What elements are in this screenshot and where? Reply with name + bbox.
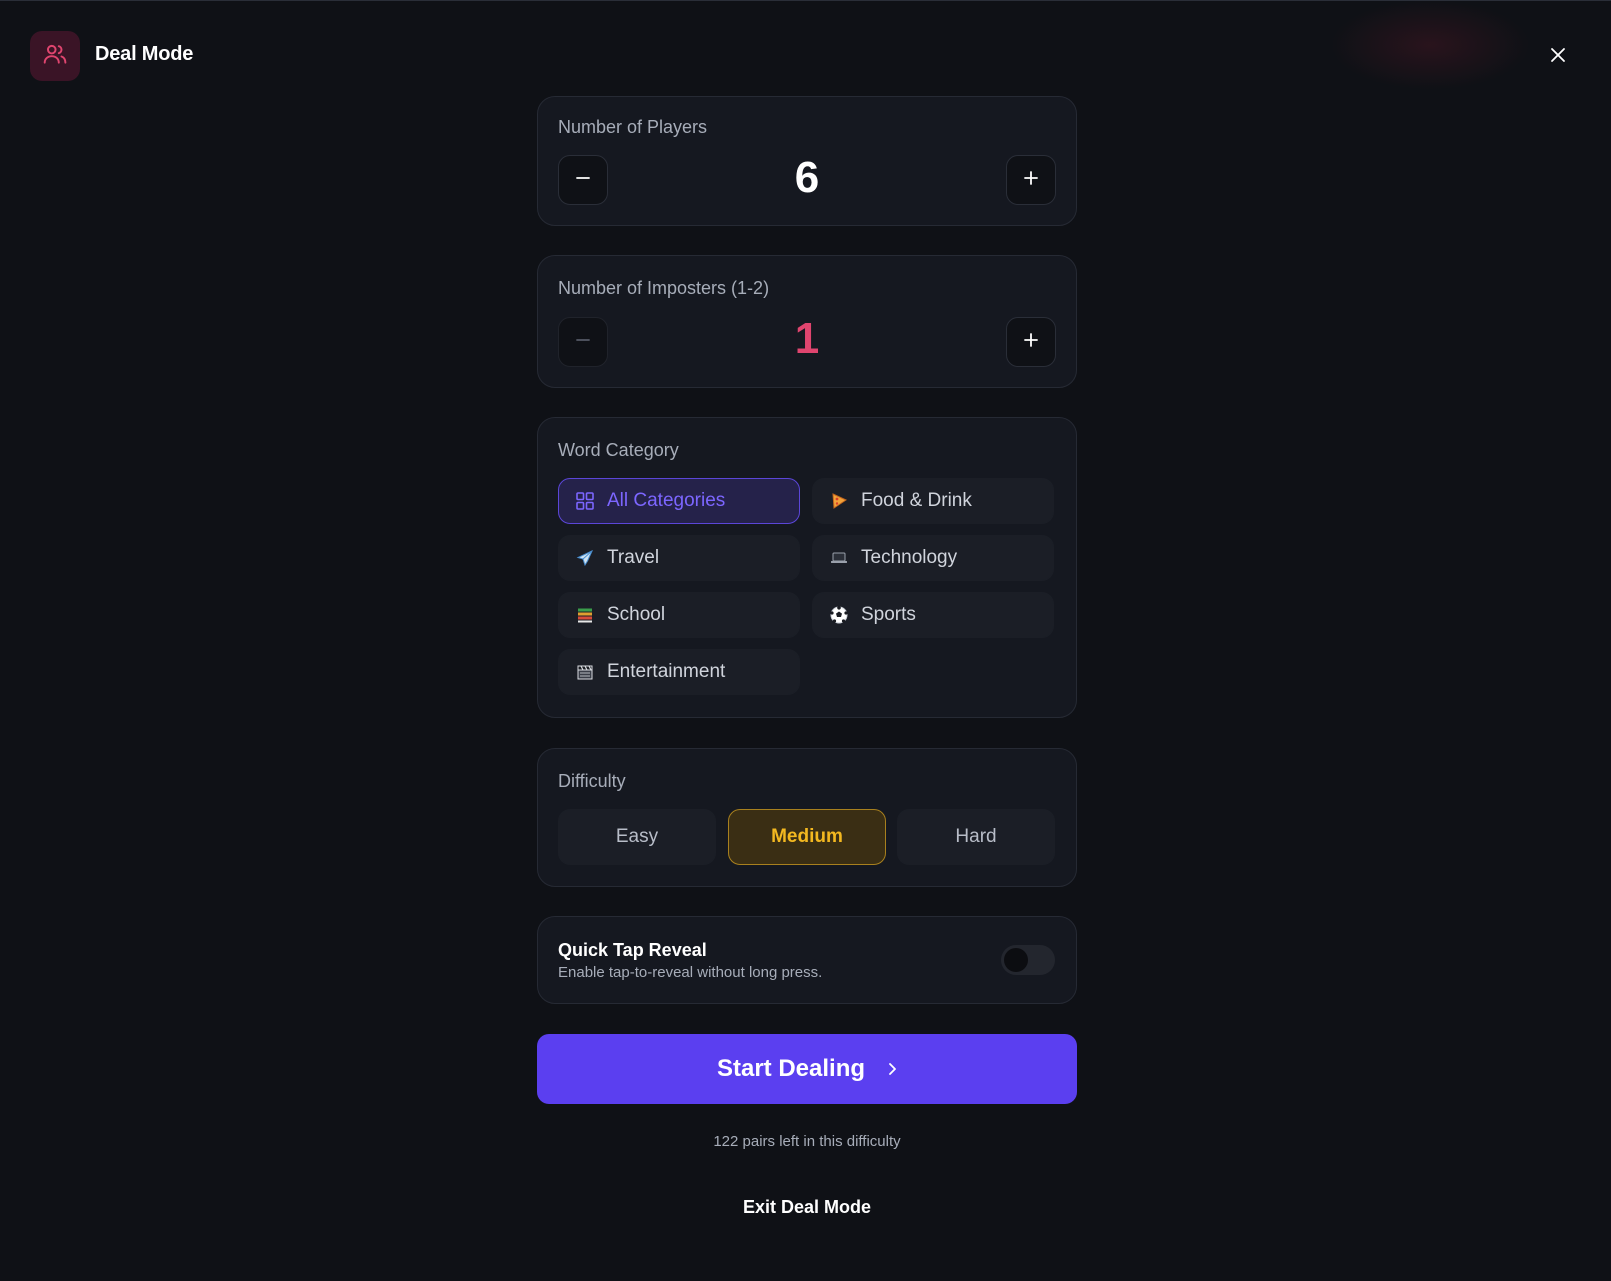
category-entertainment-label: Entertainment [607,661,726,682]
quick-tap-description: Enable tap-to-reveal without long press. [558,964,823,981]
category-technology-button[interactable]: Technology [812,535,1054,581]
category-travel-label: Travel [607,547,660,568]
airplane-icon [575,548,595,568]
imposters-label: Number of Imposters (1-2) [558,278,770,298]
players-increment-button[interactable] [1006,155,1056,205]
books-icon [575,605,595,625]
category-sports-label: Sports [861,604,916,625]
quick-tap-title: Quick Tap Reveal [558,940,707,960]
minus-icon [575,332,591,353]
category-all-button[interactable]: All Categories [558,478,800,524]
category-label: Word Category [558,440,679,460]
players-decrement-button[interactable] [558,155,608,205]
imposters-card: Number of Imposters (1-2) 1 [537,255,1077,388]
category-travel-button[interactable]: Travel [558,535,800,581]
toggle-knob [1004,948,1028,972]
difficulty-easy-button[interactable]: Easy [558,809,716,865]
chevron-right-icon [887,1062,897,1076]
players-card: Number of Players 6 [537,96,1077,226]
close-button[interactable] [1545,44,1571,70]
app-title: Deal Mode [95,43,194,65]
category-school-label: School [607,604,666,625]
pairs-left-text: 122 pairs left in this difficulty [713,1133,901,1150]
category-card: Word Category All Categories Food & Drin… [537,417,1077,718]
start-dealing-label: Start Dealing [716,1055,866,1082]
difficulty-hard-button[interactable]: Hard [897,809,1055,865]
difficulty-medium-button[interactable]: Medium [728,809,886,865]
quick-tap-toggle[interactable] [1001,945,1055,975]
plus-icon [1023,170,1039,191]
category-food-label: Food & Drink [861,490,972,511]
laptop-icon [829,548,849,568]
difficulty-card: Difficulty Easy Medium Hard [537,748,1077,887]
grid-icon [575,491,595,511]
exit-deal-mode-button[interactable]: Exit Deal Mode [537,1197,1077,1218]
category-entertainment-button[interactable]: Entertainment [558,649,800,695]
logo [30,31,80,81]
imposters-increment-button[interactable] [1006,317,1056,367]
category-school-button[interactable]: School [558,592,800,638]
minus-icon [575,170,591,191]
plus-icon [1023,332,1039,353]
start-dealing-button[interactable]: Start Dealing [537,1034,1077,1104]
imposters-decrement-button[interactable] [558,317,608,367]
pizza-icon [829,491,849,511]
players-value: 6 [794,153,820,202]
quick-tap-card: Quick Tap Reveal Enable tap-to-reveal wi… [537,916,1077,1004]
users-icon [42,41,68,72]
category-sports-button[interactable]: Sports [812,592,1054,638]
imposters-value: 1 [794,314,820,363]
clapperboard-icon [575,662,595,682]
category-food-button[interactable]: Food & Drink [812,478,1054,524]
players-label: Number of Players [558,117,708,137]
category-all-label: All Categories [607,490,726,511]
soccer-ball-icon [829,605,849,625]
close-icon [1550,47,1566,68]
category-technology-label: Technology [861,547,958,568]
difficulty-label: Difficulty [558,771,626,791]
